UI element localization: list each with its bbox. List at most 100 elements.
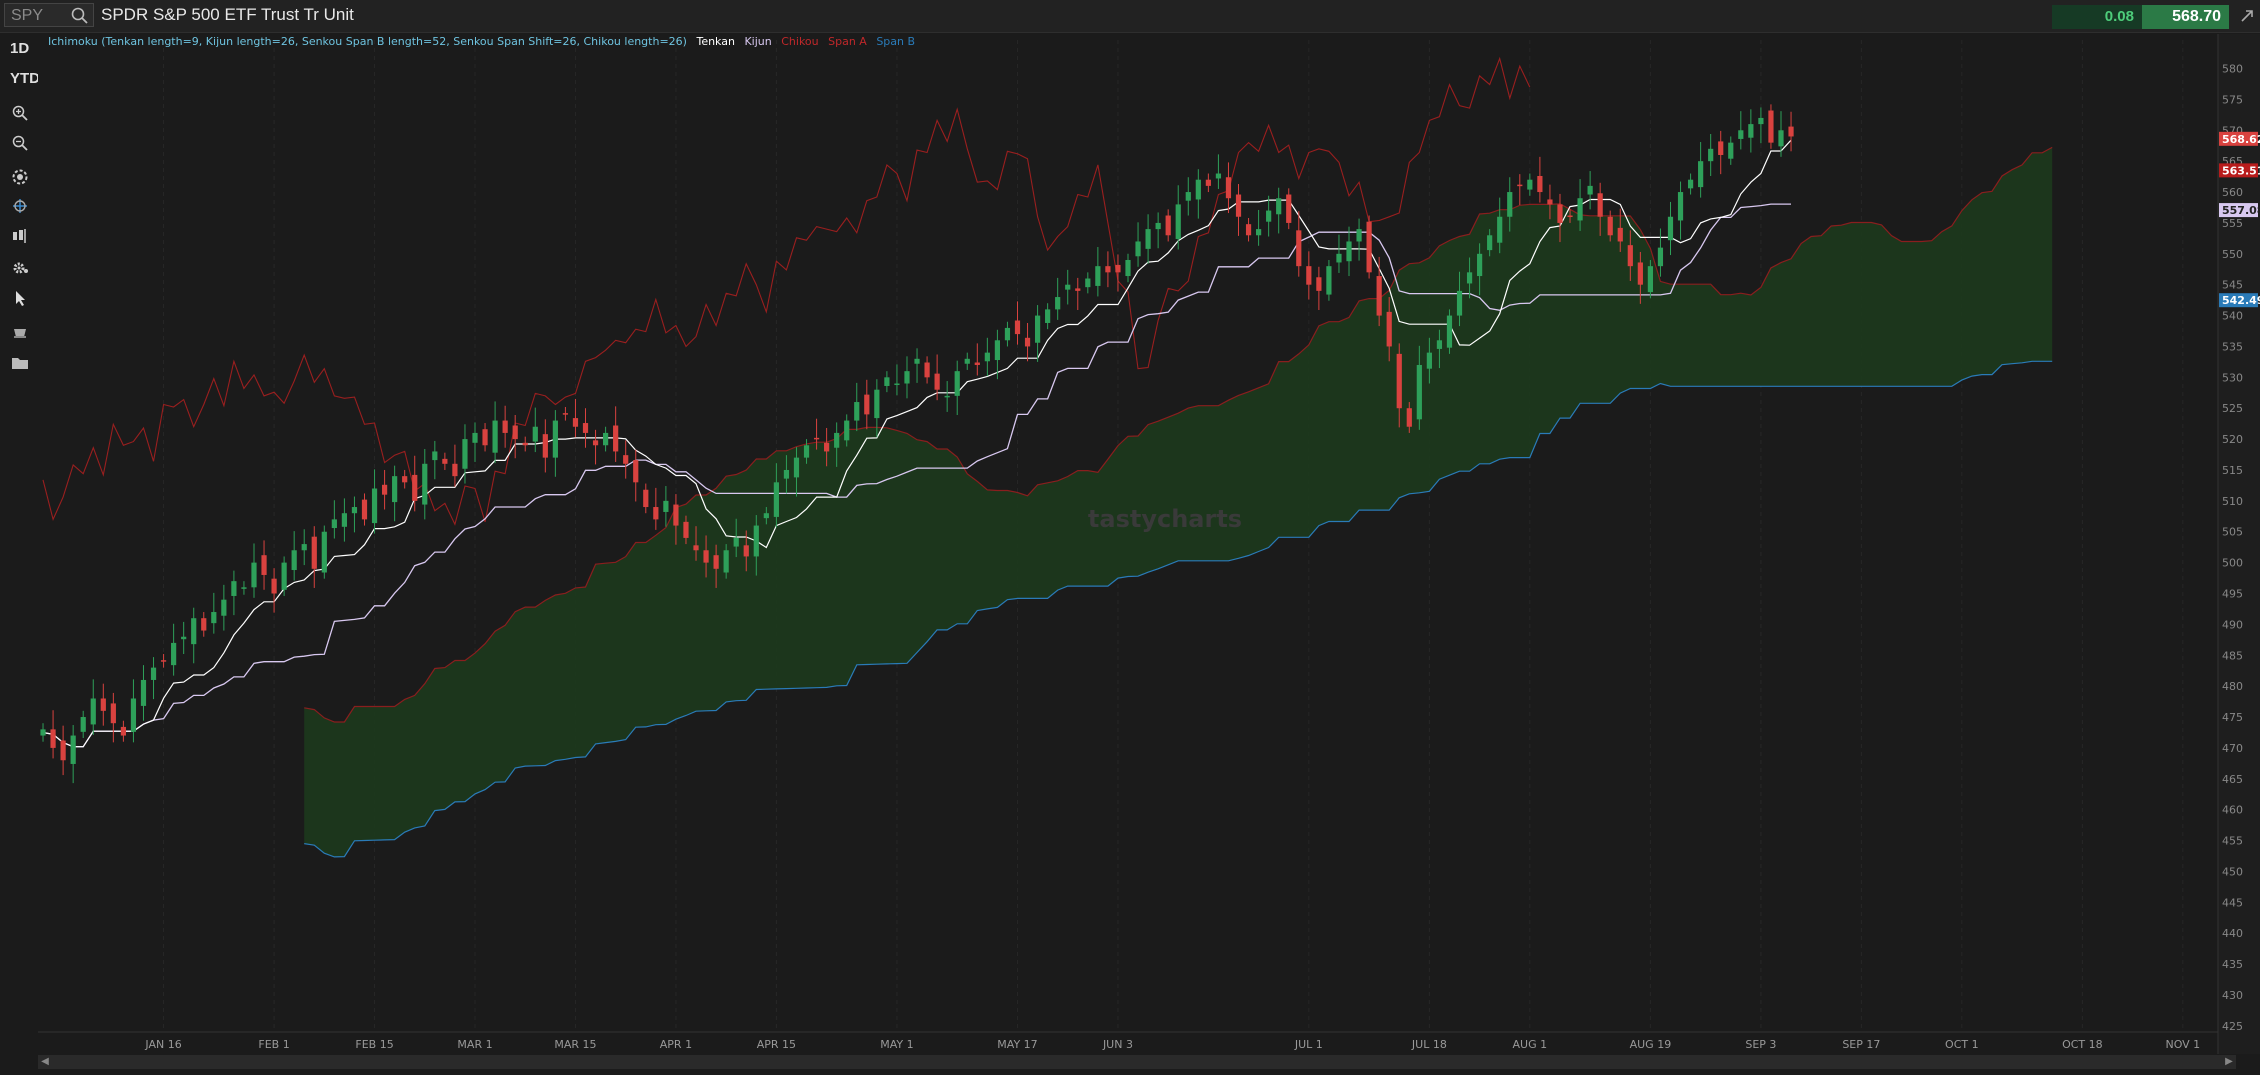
candle-body bbox=[1718, 141, 1724, 155]
candle-body bbox=[150, 667, 157, 680]
watermark: tastycharts bbox=[1088, 505, 1242, 533]
candle-body bbox=[1075, 288, 1081, 291]
y-tick-label: 505 bbox=[2222, 526, 2243, 539]
candle-body bbox=[462, 439, 468, 469]
candle-body bbox=[1245, 224, 1252, 236]
candle-body bbox=[874, 389, 880, 419]
candle-body bbox=[1627, 245, 1633, 267]
candle-body bbox=[653, 507, 659, 520]
candle-body bbox=[904, 371, 910, 384]
candle-body bbox=[1095, 266, 1101, 286]
candle-body bbox=[954, 371, 960, 396]
candle-body bbox=[171, 642, 177, 666]
candle-body bbox=[1356, 229, 1362, 242]
candle-body bbox=[663, 500, 669, 512]
candle-body bbox=[261, 555, 267, 575]
candle-body bbox=[532, 426, 538, 442]
y-tick-label: 480 bbox=[2222, 680, 2243, 693]
candle-body bbox=[1466, 272, 1473, 284]
candle-body bbox=[1647, 266, 1653, 293]
candle-body bbox=[1728, 142, 1734, 159]
price-tag-label: 557.08 bbox=[2222, 204, 2260, 217]
candle-body bbox=[834, 432, 840, 448]
y-tick-label: 560 bbox=[2222, 186, 2243, 199]
candle-body bbox=[1708, 148, 1714, 162]
scroll-left-arrow-icon[interactable]: ◀ bbox=[38, 1055, 52, 1069]
candle-body bbox=[371, 488, 378, 524]
y-tick-label: 485 bbox=[2222, 649, 2243, 662]
y-tick-label: 545 bbox=[2222, 279, 2243, 292]
x-tick-label: AUG 1 bbox=[1513, 1038, 1548, 1051]
candle-body bbox=[1698, 161, 1704, 188]
candle-body bbox=[1286, 194, 1292, 223]
candle-body bbox=[1667, 216, 1674, 241]
candle-body bbox=[1185, 192, 1191, 201]
candle-body bbox=[1034, 315, 1041, 343]
candle-body bbox=[492, 420, 498, 453]
candle-body bbox=[974, 362, 980, 365]
candle-body bbox=[1165, 215, 1171, 236]
y-tick-label: 455 bbox=[2222, 835, 2243, 848]
y-tick-label: 495 bbox=[2222, 587, 2243, 600]
candle-body bbox=[1014, 320, 1021, 335]
x-tick-label: AUG 19 bbox=[1630, 1038, 1672, 1051]
price-tag-label: 568.62 bbox=[2222, 133, 2260, 146]
candle-body bbox=[60, 740, 66, 761]
candle-body bbox=[80, 717, 86, 732]
y-tick-label: 460 bbox=[2222, 804, 2243, 817]
candle-body bbox=[713, 555, 719, 569]
candle-body bbox=[633, 460, 639, 483]
candle-body bbox=[1406, 408, 1412, 427]
candle-body bbox=[1617, 227, 1623, 242]
legend-chikou: Chikou bbox=[781, 35, 819, 48]
x-tick-label: FEB 15 bbox=[355, 1038, 393, 1051]
candle-body bbox=[1426, 352, 1432, 369]
candle-body bbox=[1687, 179, 1694, 189]
scroll-right-arrow-icon[interactable]: ▶ bbox=[2222, 1055, 2236, 1069]
candle-body bbox=[140, 679, 147, 706]
candle-body bbox=[50, 729, 56, 748]
candle-body bbox=[572, 418, 579, 427]
candle-body bbox=[854, 402, 860, 421]
y-tick-label: 530 bbox=[2222, 371, 2243, 384]
legend-span-b: Span B bbox=[876, 35, 916, 48]
candle-body bbox=[1477, 253, 1483, 277]
candle-body bbox=[201, 618, 207, 631]
price-chart[interactable]: 425 430 435 440 445 450 455 460 465 470 475 480 485 4… bbox=[0, 0, 2260, 1075]
candle-body bbox=[844, 420, 850, 441]
candle-body bbox=[1507, 192, 1513, 217]
y-tick-label: 440 bbox=[2222, 927, 2243, 940]
indicator-legend: Ichimoku (Tenkan length=9, Kijun length=… bbox=[48, 35, 921, 48]
y-tick-label: 470 bbox=[2222, 742, 2243, 755]
candle-body bbox=[1436, 340, 1443, 349]
y-tick-label: 510 bbox=[2222, 495, 2243, 508]
time-scrollbar[interactable]: ◀ ▶ bbox=[38, 1055, 2236, 1069]
y-tick-label: 465 bbox=[2222, 773, 2243, 786]
candle-body bbox=[40, 729, 46, 736]
y-tick-label: 445 bbox=[2222, 896, 2243, 909]
candle-body bbox=[1456, 290, 1463, 316]
candle-body bbox=[703, 550, 709, 563]
legend-kijun: Kijun bbox=[744, 35, 772, 48]
candle-body bbox=[412, 474, 418, 501]
candle-body bbox=[1497, 216, 1503, 243]
candle-body bbox=[1446, 315, 1453, 348]
candle-body bbox=[613, 425, 619, 452]
x-tick-label: SEP 17 bbox=[1842, 1038, 1880, 1051]
candle-body bbox=[1085, 278, 1091, 288]
candle-body bbox=[1235, 194, 1242, 217]
candle-body bbox=[1788, 126, 1794, 137]
candle-body bbox=[1587, 185, 1593, 195]
candle-body bbox=[1517, 184, 1523, 187]
candle-body bbox=[603, 432, 609, 446]
candle-body bbox=[301, 544, 307, 551]
y-tick-label: 435 bbox=[2222, 958, 2243, 971]
candle-body bbox=[482, 429, 488, 446]
candle-body bbox=[914, 358, 920, 364]
y-tick-label: 535 bbox=[2222, 340, 2243, 353]
candle-body bbox=[1416, 364, 1422, 420]
candle-body bbox=[1346, 241, 1352, 262]
candle-body bbox=[1396, 353, 1402, 409]
x-tick-label: OCT 1 bbox=[1945, 1038, 1979, 1051]
candle-body bbox=[1135, 241, 1141, 257]
